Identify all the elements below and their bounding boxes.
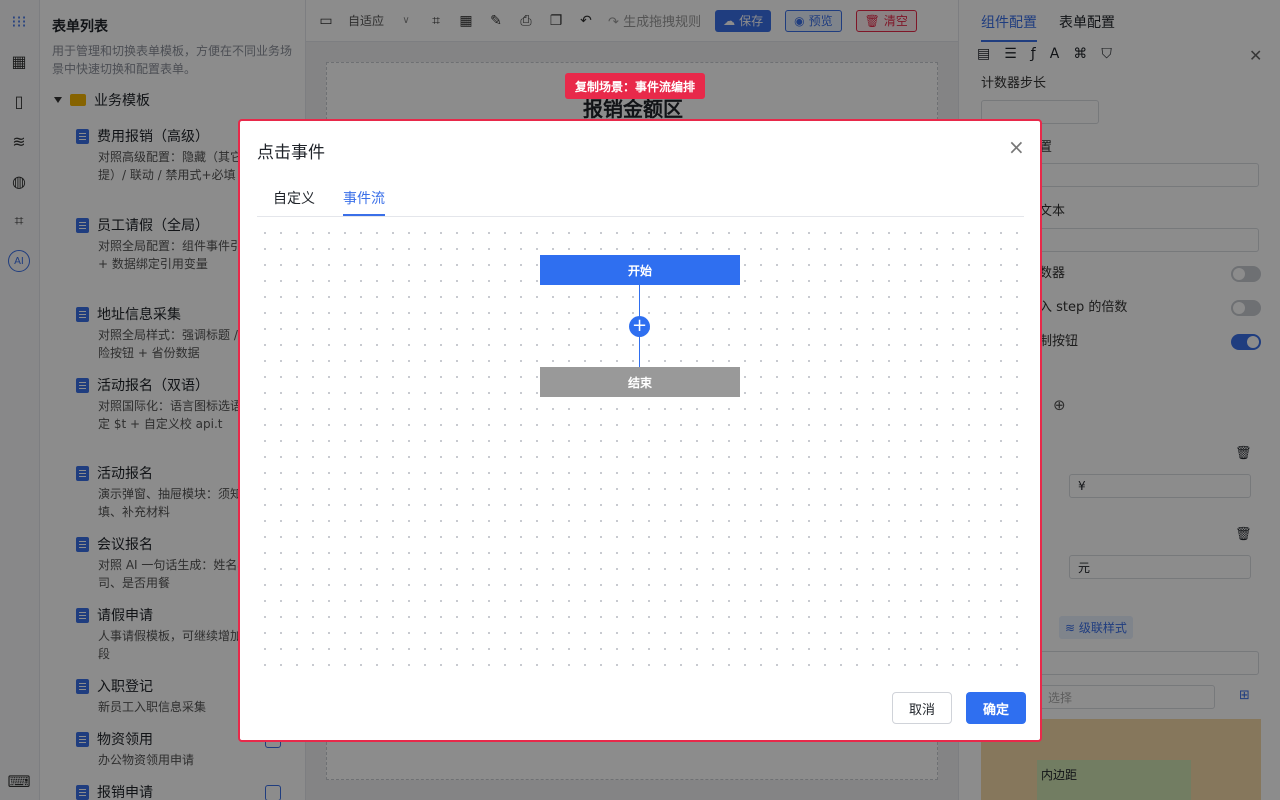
- close-icon[interactable]: ×: [1008, 135, 1025, 159]
- event-flow-canvas[interactable]: 开始 + 结束: [257, 225, 1024, 677]
- click-event-dialog: 点击事件 × 自定义 事件流 开始 + 结束 取消 确定: [238, 119, 1042, 742]
- dialog-tabs: 自定义 事件流: [257, 176, 1024, 217]
- confirm-button[interactable]: 确定: [966, 692, 1026, 724]
- tab-event-flow[interactable]: 事件流: [343, 176, 385, 216]
- add-node-button[interactable]: +: [629, 316, 650, 337]
- dialog-title: 点击事件: [257, 143, 325, 163]
- start-node[interactable]: 开始: [540, 255, 740, 285]
- end-node[interactable]: 结束: [540, 367, 740, 397]
- copy-scene-tag: 复制场景：事件流编排: [565, 73, 706, 99]
- dialog-footer: 取消 确定: [892, 692, 1026, 724]
- tab-custom[interactable]: 自定义: [273, 176, 315, 216]
- cancel-button[interactable]: 取消: [892, 692, 952, 724]
